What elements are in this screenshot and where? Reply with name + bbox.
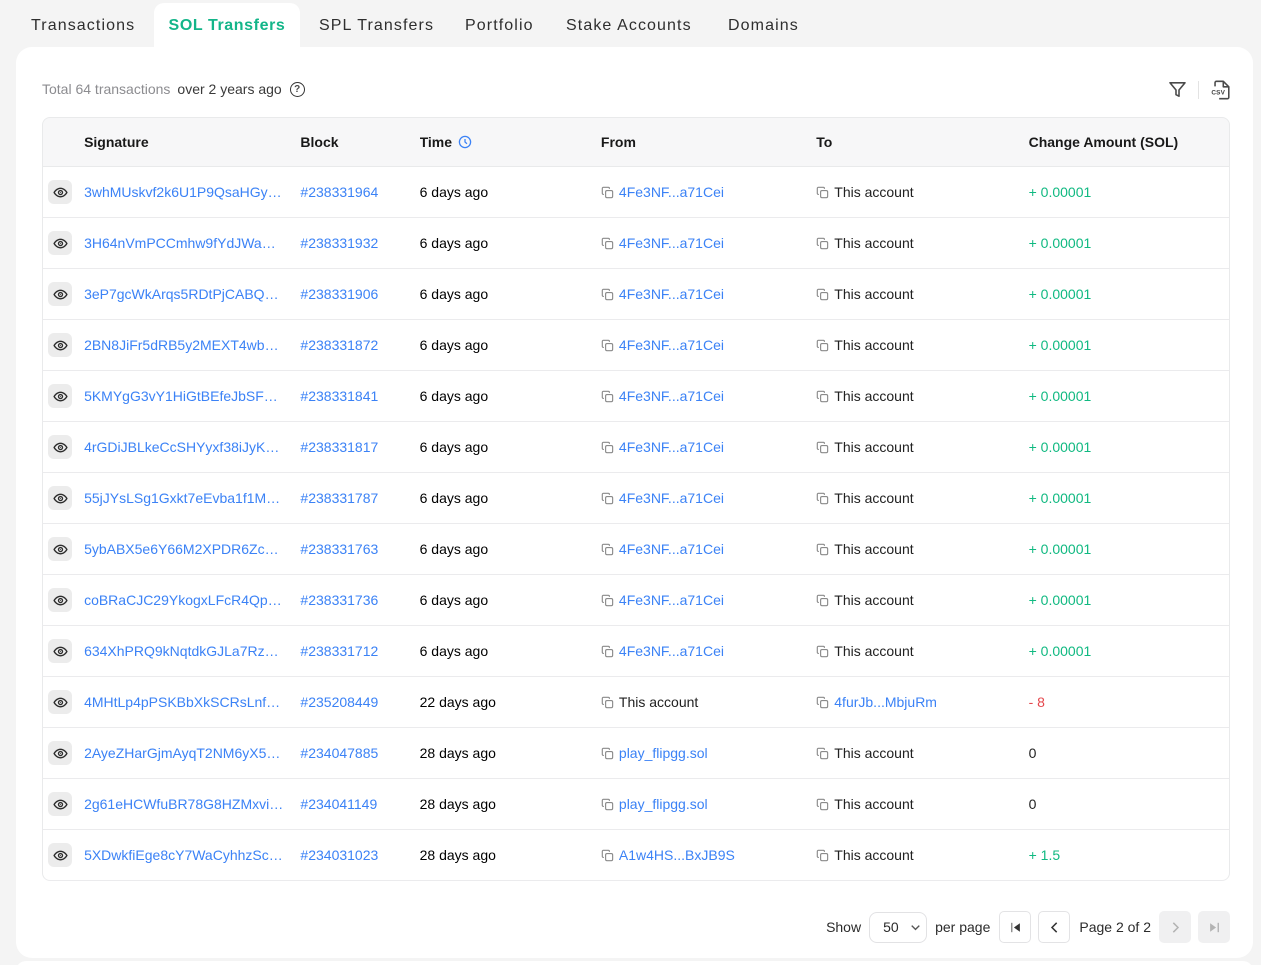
svg-text:CSV: CSV [1211, 89, 1225, 96]
